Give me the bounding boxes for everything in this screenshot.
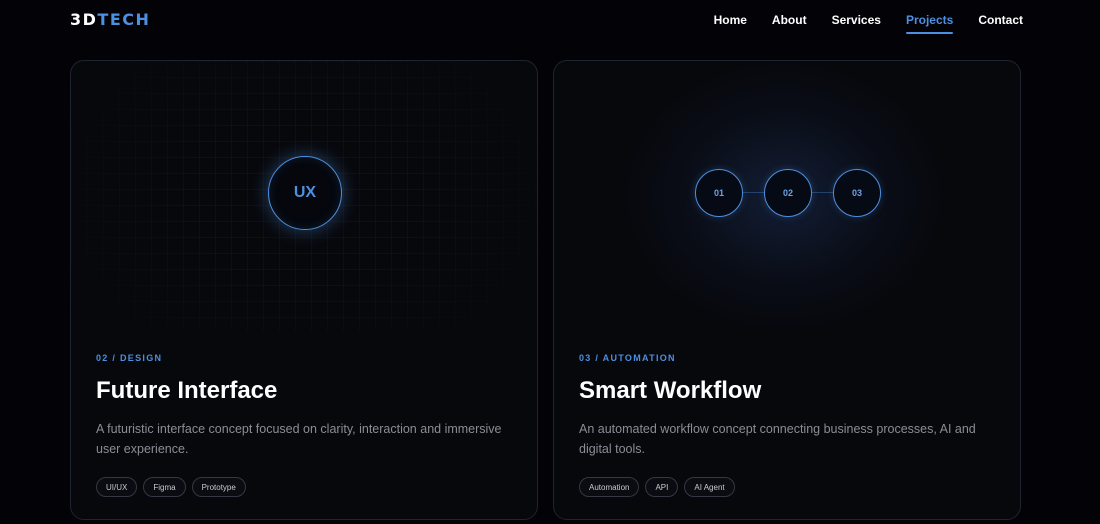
tag-figma: Figma bbox=[143, 477, 186, 497]
logo-text-primary: 3D bbox=[70, 10, 98, 29]
tag-list: UI/UX Figma Prototype bbox=[96, 477, 512, 497]
project-title: Smart Workflow bbox=[579, 377, 762, 404]
tag-automation: Automation bbox=[579, 477, 640, 497]
project-description: A futuristic interface concept focused o… bbox=[96, 422, 502, 456]
ux-circle-icon: UX bbox=[268, 156, 342, 230]
workflow-step-label: 03 bbox=[851, 188, 862, 198]
nav-link-home[interactable]: Home bbox=[714, 13, 747, 33]
tag-list: Automation API AI Agent bbox=[579, 477, 995, 497]
nav-link-services[interactable]: Services bbox=[832, 13, 881, 33]
logo-text-accent: TECH bbox=[97, 10, 151, 29]
project-card-content: 03 / AUTOMATION Smart Workflow An automa… bbox=[579, 353, 995, 497]
workflow-step-label: 02 bbox=[782, 188, 793, 198]
workflow-step-1: 01 bbox=[695, 169, 743, 217]
project-card-smart-workflow[interactable]: 01 02 03 03 / AUTOMATION Smart Workflow … bbox=[553, 60, 1021, 520]
project-description: An automated workflow concept connecting… bbox=[579, 422, 976, 456]
workflow-step-label: 01 bbox=[713, 188, 724, 198]
tag-ai-agent: AI Agent bbox=[684, 477, 735, 497]
nav-link-projects[interactable]: Projects bbox=[905, 13, 954, 34]
project-card-future-interface[interactable]: UX 02 / DESIGN Future Interface A futuri… bbox=[70, 60, 538, 520]
site-header: 3DTECH Home About Services Projects Cont… bbox=[0, 0, 1100, 44]
project-card-content: 02 / DESIGN Future Interface A futuristi… bbox=[96, 353, 512, 497]
project-title: Future Interface bbox=[96, 377, 278, 404]
tag-api: API bbox=[645, 477, 679, 497]
workflow-step-2: 02 bbox=[764, 169, 812, 217]
nav-link-about[interactable]: About bbox=[772, 13, 807, 33]
workflow-step-3: 03 bbox=[833, 169, 881, 217]
logo[interactable]: 3DTECH bbox=[70, 10, 150, 29]
project-category: 03 / AUTOMATION bbox=[579, 353, 676, 363]
tag-uiux: UI/UX bbox=[96, 477, 138, 497]
page: 3DTECH Home About Services Projects Cont… bbox=[0, 0, 1100, 524]
ux-circle-label: UX bbox=[293, 184, 317, 201]
project-category: 02 / DESIGN bbox=[96, 353, 163, 363]
tag-prototype: Prototype bbox=[191, 477, 246, 497]
main-nav: Home About Services Projects Contact bbox=[714, 13, 1023, 34]
nav-link-contact[interactable]: Contact bbox=[978, 13, 1023, 33]
